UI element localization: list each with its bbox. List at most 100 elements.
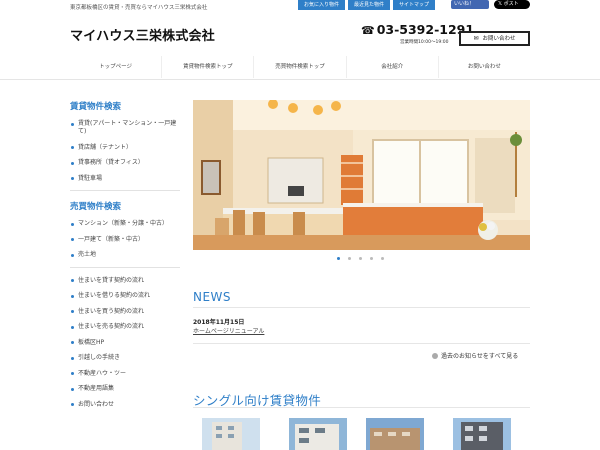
contact-button-label: お問い合わせ: [482, 36, 516, 42]
bullet-icon: [71, 222, 74, 226]
slider-dot[interactable]: [381, 257, 384, 260]
sidebar-item-rent-residential[interactable]: 賃貸(アパート・マンション・一戸建て): [70, 120, 180, 136]
bullet-icon: [71, 325, 74, 329]
sidebar-item-glossary[interactable]: 不動産用語集: [70, 385, 180, 393]
sidebar-divider: [70, 190, 180, 191]
building-photo: [289, 418, 347, 450]
news-divider: [193, 307, 530, 308]
sitemap-link[interactable]: サイトマップ: [393, 0, 436, 10]
sidebar-item-label: 一戸建て（新築・中古）: [78, 235, 145, 243]
news-date: 2018年11月15日: [193, 319, 245, 326]
sidebar-item-buy-flow[interactable]: 住まいを買う契約の流れ: [70, 308, 180, 316]
news-archive-link[interactable]: 過去のお知らせをすべて見る: [432, 351, 518, 360]
sidebar-item-label: 貸駐車場: [78, 174, 103, 182]
facebook-like-button[interactable]: いいね！: [451, 0, 489, 9]
business-hours: 営業時間10:00～19:00: [400, 40, 449, 45]
bullet-icon: [71, 146, 74, 149]
sidebar-item-borrow-flow[interactable]: 住まいを借りる契約の流れ: [70, 292, 180, 300]
sidebar-item-rent-parking[interactable]: 貸駐車場: [70, 175, 180, 183]
rent-search-heading: 賃貸物件検索: [70, 102, 122, 112]
sidebar-item-lend-flow[interactable]: 住まいを貸す契約の流れ: [70, 277, 180, 285]
bullet-icon: [71, 177, 74, 180]
sidebar: 賃貸物件検索 賃貸(アパート・マンション・一戸建て) 貸店舗（テナント） 貸事務…: [70, 100, 180, 416]
sidebar-item-label: お問い合わせ: [78, 400, 115, 408]
envelope-icon: ✉: [473, 35, 479, 42]
top-links: お気に入り物件 最近見た物件 サイトマップ: [298, 0, 436, 10]
phone-icon: ☎: [361, 24, 375, 37]
contact-button[interactable]: ✉ お問い合わせ: [459, 31, 530, 46]
nav-contact[interactable]: お問い合わせ: [437, 56, 530, 78]
building-photo: [366, 418, 424, 450]
sale-search-heading: 売買物件検索: [70, 202, 122, 212]
site-logo[interactable]: マイハウス三栄株式会社: [70, 25, 215, 44]
bullet-icon: [71, 279, 74, 282]
rent-search-list: 賃貸(アパート・マンション・一戸建て) 貸店舗（テナント） 貸事務所（貸オフィス…: [70, 120, 180, 183]
property-thumbnail[interactable]: [453, 418, 511, 450]
bullet-icon: [71, 122, 74, 126]
property-thumbnail[interactable]: [366, 418, 424, 450]
nav-top-page[interactable]: トップページ: [70, 56, 161, 78]
news-archive-label: 過去のお知らせをすべて見る: [441, 353, 519, 360]
sidebar-item-label: 不動産用語集: [78, 385, 115, 392]
bullet-icon: [71, 238, 74, 241]
bullet-icon: [71, 403, 74, 406]
global-nav: トップページ 賃貸物件検索トップ 売買物件検索トップ 会社紹介 お問い合わせ: [70, 56, 530, 78]
sidebar-item-label: マンション（新築・分譲・中古）: [78, 220, 169, 227]
phone-number: ☎ 03-5392-1291: [361, 22, 474, 37]
site-tagline: 東京都板橋区の賃貸・売買ならマイハウス三栄株式会社: [70, 5, 208, 11]
news-item-link[interactable]: ホームページリニューアル: [193, 326, 264, 335]
nav-divider: [0, 79, 600, 80]
interior-photo: [193, 100, 530, 250]
property-thumbnail[interactable]: [202, 418, 260, 450]
slider-dot[interactable]: [348, 257, 351, 260]
arrow-circle-icon: [432, 353, 438, 359]
sidebar-item-label: 売土地: [78, 251, 97, 258]
sidebar-item-label: 貸店舗（テナント）: [78, 143, 133, 151]
sidebar-item-moving[interactable]: 引越しの手続き: [70, 354, 180, 362]
x-post-button[interactable]: 𝕏 ポスト: [494, 0, 530, 9]
slider-pagination: [337, 257, 384, 260]
bullet-icon: [71, 253, 74, 257]
info-links-list: 住まいを貸す契約の流れ 住まいを借りる契約の流れ 住まいを買う契約の流れ 住まい…: [70, 277, 180, 409]
bullet-icon: [71, 341, 74, 344]
sidebar-item-itabashi-hp[interactable]: 板橋区HP: [70, 339, 180, 347]
sidebar-item-label: 不動産ハウ・ツー: [78, 369, 127, 377]
like-label: いいね！: [454, 1, 475, 7]
sidebar-item-howto[interactable]: 不動産ハウ・ツー: [70, 370, 180, 378]
section-divider: [193, 407, 530, 408]
slider-dot[interactable]: [337, 257, 340, 260]
bullet-icon: [71, 356, 74, 360]
sidebar-item-label: 住まいを売る契約の流れ: [78, 323, 145, 330]
bullet-icon: [71, 161, 74, 165]
sidebar-item-sale-mansion[interactable]: マンション（新築・分譲・中古）: [70, 220, 180, 228]
nav-sale-search[interactable]: 売買物件検索トップ: [253, 56, 345, 78]
favorites-link[interactable]: お気に入り物件: [298, 0, 346, 10]
news-heading: NEWS: [193, 290, 232, 304]
property-thumbnail[interactable]: [289, 418, 347, 450]
sidebar-item-label: 住まいを買う契約の流れ: [78, 307, 145, 315]
sidebar-item-sell-flow[interactable]: 住まいを売る契約の流れ: [70, 323, 180, 331]
nav-company[interactable]: 会社紹介: [345, 56, 438, 78]
sidebar-item-sale-land[interactable]: 売土地: [70, 251, 180, 259]
bullet-icon: [71, 387, 74, 391]
hero-slider-image[interactable]: [193, 100, 530, 250]
bullet-icon: [71, 294, 74, 298]
bullet-icon: [71, 372, 74, 375]
sidebar-item-label: 住まいを貸す契約の流れ: [78, 276, 145, 284]
sidebar-item-rent-office[interactable]: 貸事務所（貸オフィス）: [70, 159, 180, 167]
sidebar-divider: [70, 266, 180, 268]
bullet-icon: [71, 310, 74, 313]
recently-viewed-link[interactable]: 最近見た物件: [348, 0, 391, 10]
sidebar-item-label: 住まいを借りる契約の流れ: [78, 292, 151, 299]
news-divider: [193, 343, 530, 344]
sidebar-item-rent-store[interactable]: 貸店舗（テナント）: [70, 144, 180, 152]
building-photo: [453, 418, 511, 450]
sidebar-item-contact[interactable]: お問い合わせ: [70, 401, 180, 409]
sidebar-item-label: 引越しの手続き: [78, 354, 121, 361]
slider-dot[interactable]: [370, 257, 373, 260]
slider-dot[interactable]: [359, 257, 362, 260]
building-photo: [202, 418, 260, 450]
nav-rent-search[interactable]: 賃貸物件検索トップ: [161, 56, 253, 78]
sidebar-item-label: 賃貸(アパート・マンション・一戸建て): [78, 120, 177, 135]
sidebar-item-sale-house[interactable]: 一戸建て（新築・中古）: [70, 236, 180, 244]
